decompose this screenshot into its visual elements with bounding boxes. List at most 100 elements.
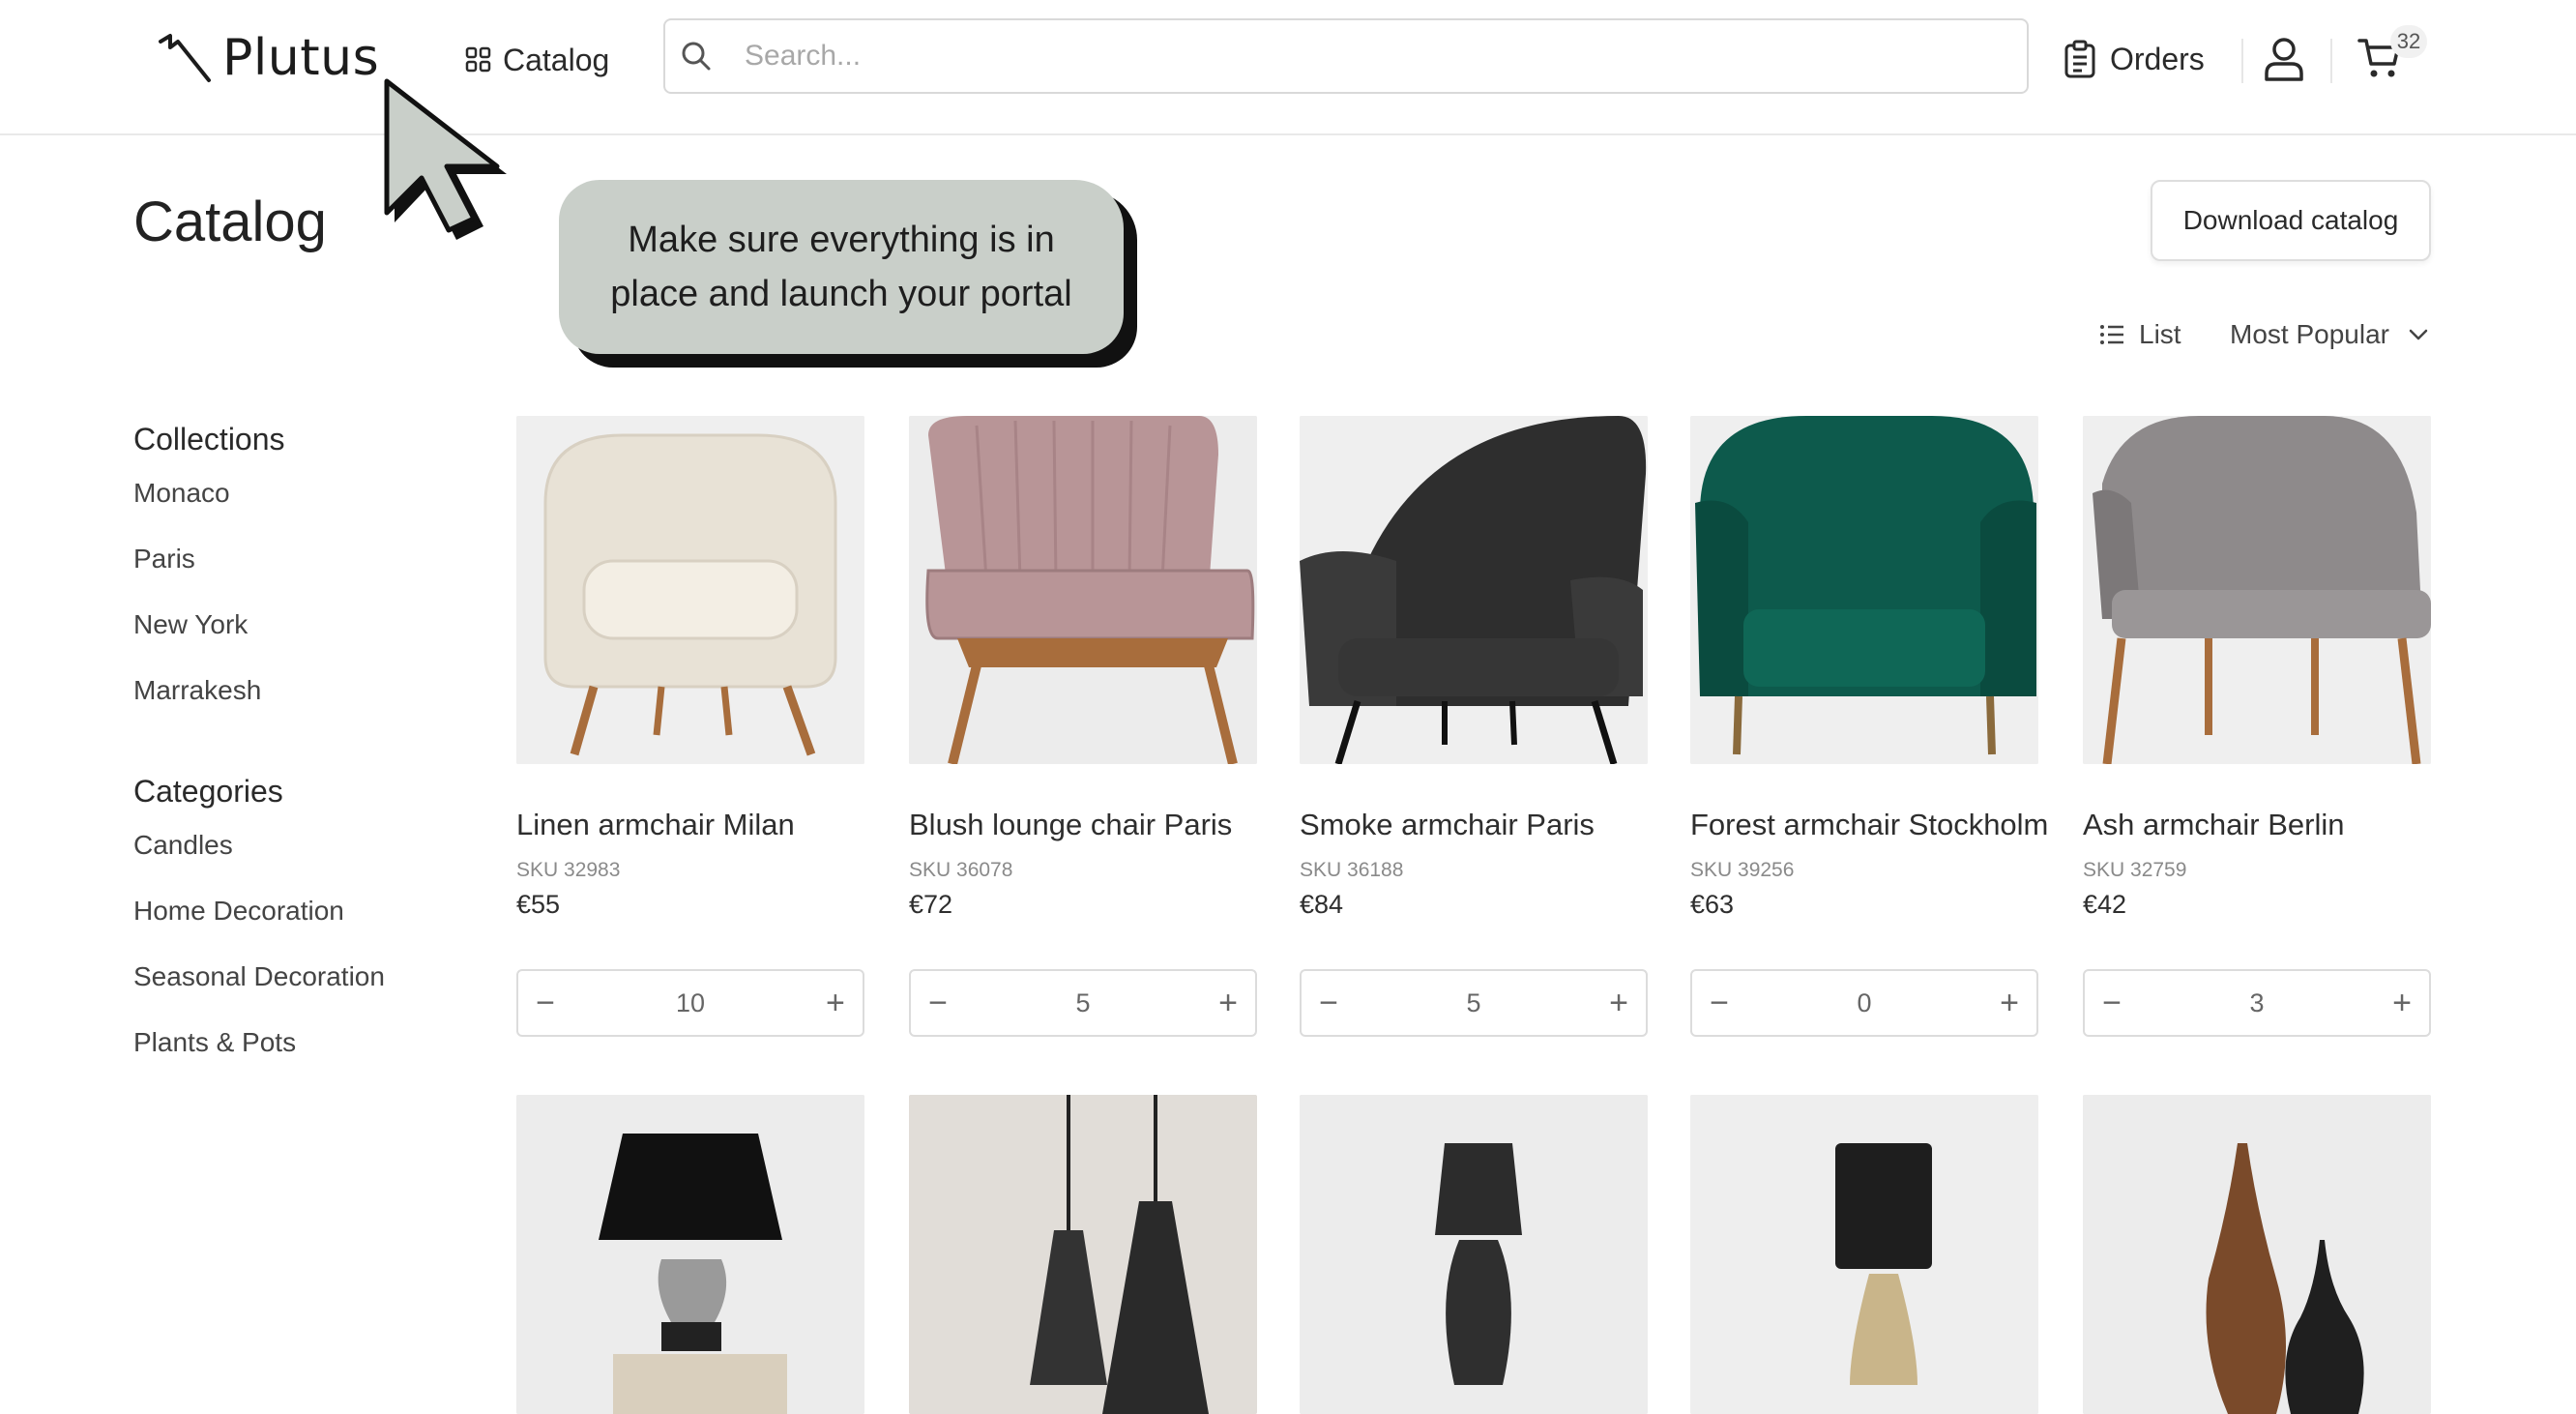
product-name[interactable]: Blush lounge chair Paris bbox=[909, 803, 1276, 847]
grid-icon bbox=[465, 46, 491, 73]
category-item-candles[interactable]: Candles bbox=[133, 830, 233, 861]
armchair-image bbox=[2083, 416, 2431, 764]
quantity-value[interactable]: 5 bbox=[1075, 988, 1090, 1018]
armchair-image bbox=[1690, 416, 2038, 764]
brand-logo[interactable]: Plutus bbox=[157, 27, 379, 89]
plutus-logo-icon bbox=[159, 34, 211, 82]
product-sku: SKU 39256 bbox=[1690, 859, 1795, 881]
product-sku: SKU 36078 bbox=[909, 859, 1013, 881]
product-name[interactable]: Linen armchair Milan bbox=[516, 803, 884, 847]
product-image[interactable] bbox=[1300, 1095, 1648, 1414]
download-catalog-button[interactable]: Download catalog bbox=[2151, 180, 2431, 261]
collection-item-marrakesh[interactable]: Marrakesh bbox=[133, 675, 261, 706]
product-image[interactable] bbox=[1690, 416, 2038, 764]
quantity-stepper[interactable]: − 3 + bbox=[2083, 969, 2431, 1037]
cart-count-badge: 32 bbox=[2390, 25, 2427, 58]
product-card[interactable] bbox=[1690, 1095, 2038, 1414]
categories-heading: Categories bbox=[133, 774, 283, 809]
quantity-value[interactable]: 3 bbox=[2249, 988, 2264, 1018]
decrement-button[interactable]: − bbox=[2085, 971, 2139, 1035]
product-image[interactable] bbox=[516, 1095, 864, 1414]
decrement-button[interactable]: − bbox=[518, 971, 572, 1035]
armchair-image bbox=[1300, 416, 1648, 764]
product-image[interactable] bbox=[909, 1095, 1257, 1414]
decrement-button[interactable]: − bbox=[1302, 971, 1356, 1035]
product-card[interactable]: Smoke armchair Paris SKU 36188 €84 − 5 + bbox=[1300, 416, 1648, 1037]
vases-image bbox=[2083, 1095, 2431, 1414]
cursor-arrow-icon bbox=[384, 78, 507, 240]
lounge-chair-image bbox=[909, 416, 1257, 764]
collection-item-monaco[interactable]: Monaco bbox=[133, 478, 230, 509]
product-card[interactable] bbox=[1300, 1095, 1648, 1414]
category-item-plants-pots[interactable]: Plants & Pots bbox=[133, 1027, 296, 1058]
category-item-seasonal-decoration[interactable]: Seasonal Decoration bbox=[133, 961, 385, 992]
sort-label: Most Popular bbox=[2230, 319, 2389, 349]
onboarding-callout: Make sure everything is in place and lau… bbox=[559, 180, 1124, 354]
product-sku: SKU 32983 bbox=[516, 859, 621, 881]
quantity-value[interactable]: 5 bbox=[1466, 988, 1480, 1018]
product-card[interactable]: Forest armchair Stockholm SKU 39256 €63 … bbox=[1690, 416, 2048, 1037]
brand-name: Plutus bbox=[222, 29, 380, 87]
product-image[interactable] bbox=[1300, 416, 1648, 764]
product-price: €55 bbox=[516, 890, 561, 919]
product-image[interactable] bbox=[2083, 416, 2431, 764]
quantity-stepper[interactable]: − 5 + bbox=[1300, 969, 1648, 1037]
product-card[interactable] bbox=[2083, 1095, 2431, 1414]
sort-dropdown[interactable]: Most Popular bbox=[2230, 319, 2430, 350]
product-sku: SKU 36188 bbox=[1300, 859, 1404, 881]
quantity-stepper[interactable]: − 0 + bbox=[1690, 969, 2038, 1037]
table-lamp-image bbox=[1690, 1095, 2038, 1414]
callout-line-1: Make sure everything is in bbox=[628, 220, 1055, 260]
product-image[interactable] bbox=[909, 416, 1257, 764]
category-item-home-decoration[interactable]: Home Decoration bbox=[133, 896, 344, 927]
nav-catalog-label: Catalog bbox=[503, 42, 610, 77]
product-card[interactable]: Blush lounge chair Paris SKU 36078 €72 −… bbox=[909, 416, 1257, 1037]
armchair-image bbox=[516, 416, 864, 764]
product-image[interactable] bbox=[1690, 1095, 2038, 1414]
increment-button[interactable]: + bbox=[1201, 971, 1255, 1035]
view-list-label: List bbox=[2139, 319, 2181, 349]
product-card[interactable] bbox=[516, 1095, 864, 1414]
product-name[interactable]: Ash armchair Berlin bbox=[2083, 803, 2450, 847]
decrement-button[interactable]: − bbox=[1692, 971, 1746, 1035]
increment-button[interactable]: + bbox=[1592, 971, 1646, 1035]
callout-line-2: place and launch your portal bbox=[610, 274, 1072, 314]
product-price: €42 bbox=[2083, 890, 2127, 919]
list-icon bbox=[2100, 325, 2123, 344]
increment-button[interactable]: + bbox=[1982, 971, 2036, 1035]
product-name[interactable]: Smoke armchair Paris bbox=[1300, 803, 1667, 847]
quantity-value[interactable]: 0 bbox=[1857, 988, 1871, 1018]
search-bar[interactable] bbox=[663, 18, 2029, 94]
product-sku: SKU 32759 bbox=[2083, 859, 2187, 881]
quantity-stepper[interactable]: − 5 + bbox=[909, 969, 1257, 1037]
collection-item-paris[interactable]: Paris bbox=[133, 544, 195, 574]
orders-link[interactable]: Orders bbox=[2064, 35, 2205, 83]
quantity-value[interactable]: 10 bbox=[676, 988, 705, 1018]
user-icon[interactable] bbox=[2263, 37, 2305, 81]
product-price: €72 bbox=[909, 890, 953, 919]
collections-heading: Collections bbox=[133, 422, 285, 457]
chevron-down-icon bbox=[2409, 329, 2428, 340]
product-name[interactable]: Forest armchair Stockholm bbox=[1690, 803, 2058, 847]
product-card[interactable]: Ash armchair Berlin SKU 32759 €42 − 3 + bbox=[2083, 416, 2431, 1037]
product-price: €63 bbox=[1690, 890, 1735, 919]
quantity-stepper[interactable]: − 10 + bbox=[516, 969, 864, 1037]
product-image[interactable] bbox=[516, 416, 864, 764]
product-price: €84 bbox=[1300, 890, 1344, 919]
nav-catalog-link[interactable]: Catalog bbox=[464, 39, 609, 81]
decrement-button[interactable]: − bbox=[911, 971, 965, 1035]
table-lamp-image bbox=[1300, 1095, 1648, 1414]
product-card[interactable] bbox=[909, 1095, 1257, 1414]
product-card[interactable]: Linen armchair Milan SKU 32983 €55 − 10 … bbox=[516, 416, 864, 1037]
increment-button[interactable]: + bbox=[2375, 971, 2429, 1035]
view-list-toggle[interactable]: List bbox=[2098, 319, 2181, 350]
clipboard-icon bbox=[2064, 40, 2095, 78]
search-input[interactable] bbox=[743, 39, 1907, 74]
pendant-lamps-image bbox=[909, 1095, 1257, 1414]
increment-button[interactable]: + bbox=[808, 971, 863, 1035]
search-icon bbox=[682, 42, 711, 71]
table-lamp-image bbox=[516, 1095, 864, 1414]
product-image[interactable] bbox=[2083, 1095, 2431, 1414]
collection-item-new-york[interactable]: New York bbox=[133, 609, 248, 640]
header-divider bbox=[2330, 39, 2332, 83]
